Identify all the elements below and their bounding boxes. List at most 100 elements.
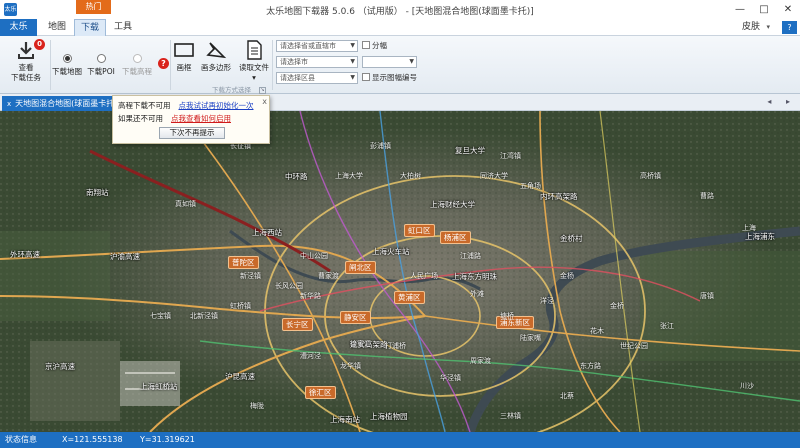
place-label: 三林镇 (500, 412, 521, 420)
show-grid-numbers-label: 显示图幅编号 (372, 73, 417, 82)
tab-scroll-arrows[interactable]: ◂ ▸ (767, 97, 796, 106)
tip-text: 高程下载不可用 (118, 101, 171, 110)
status-label: 状态信息 (5, 435, 37, 444)
tab-map[interactable]: 地图 (42, 19, 72, 36)
show-grid-numbers-checkbox[interactable]: 显示图幅编号 (362, 73, 417, 83)
checkbox-icon (362, 41, 370, 49)
place-label: 复旦大学 (455, 146, 485, 155)
place-label: 上海西站 (252, 228, 282, 237)
place-label: 七宝镇 (150, 312, 171, 320)
place-label: 上海植物园 (370, 412, 408, 421)
tile-size-select[interactable]: ▼ (362, 56, 417, 68)
place-label: 漕河泾 (300, 352, 321, 360)
district-label: 长宁区 (282, 318, 313, 331)
radio-selected-icon (62, 54, 72, 63)
expand-icon[interactable]: ↘ (259, 87, 266, 94)
status-x-coordinate: X=121.555138 (62, 435, 123, 444)
road-label: 沪渝高速 (110, 252, 140, 261)
place-label: 上海虹桥站 (140, 382, 178, 391)
tab-download[interactable]: 下载 (74, 19, 106, 36)
place-label: 梅陇 (250, 402, 264, 410)
close-button[interactable]: ✕ (776, 0, 800, 19)
place-label: 张江 (660, 322, 674, 330)
read-file-button[interactable]: 读取文件 ▾ (238, 40, 270, 83)
polygon-label: 画多边形 (201, 63, 231, 72)
place-label: 彭浦镇 (370, 142, 391, 150)
tab-tools[interactable]: 工具 (109, 19, 137, 36)
how-to-enable-link[interactable]: 点我查看如何启用 (171, 114, 231, 123)
chevron-down-icon: ▼ (350, 58, 355, 65)
district-label: 徐汇区 (305, 386, 336, 399)
ribbon-divider (170, 40, 171, 90)
chevron-down-icon: ▼ (350, 42, 355, 49)
place-label: 唐镇 (700, 292, 714, 300)
tab-taile[interactable]: 太乐 (0, 19, 37, 36)
place-label: 江湾镇 (500, 152, 521, 160)
province-select-value: 请选择省或直辖市 (280, 42, 336, 50)
place-label: 长风公园 (275, 282, 303, 290)
place-label: 新华路 (300, 292, 321, 300)
province-select[interactable]: 请选择省或直辖市 ▼ (276, 40, 358, 52)
minimize-button[interactable]: — (728, 0, 752, 19)
tip-text: 如果还不可用 (118, 114, 163, 123)
task-count-badge: 0 (34, 39, 45, 50)
radio-download-map[interactable]: 下载地图 (52, 54, 82, 77)
place-label: 上海火车站 (372, 247, 410, 256)
place-label: 金桥村 (560, 234, 583, 243)
place-label: 上海 (742, 224, 756, 232)
download-map-label: 下载地图 (52, 67, 82, 76)
district-label: 闸北区 (345, 261, 376, 274)
district-label: 杨浦区 (440, 231, 471, 244)
rectangle-icon (174, 43, 194, 57)
district-label: 普陀区 (228, 256, 259, 269)
skin-menu[interactable]: 皮肤 (742, 19, 760, 36)
place-label: 上海南站 (330, 415, 360, 424)
road-label: 内环高架路 (540, 192, 578, 201)
place-label: 外滩 (470, 290, 484, 298)
radio-download-poi[interactable]: 下载POI (86, 54, 116, 77)
chevron-down-icon: ▼ (409, 58, 414, 65)
status-y-coordinate: Y=31.319621 (140, 435, 195, 444)
place-label: 陆家嘴 (520, 334, 541, 342)
file-icon (247, 40, 262, 60)
chevron-down-icon[interactable]: ▾ (766, 19, 770, 36)
radio-disabled-icon (132, 54, 142, 63)
reinitialize-link[interactable]: 点我试试再初始化一次 (179, 101, 254, 110)
place-label: 上海大学 (335, 172, 363, 180)
download-elevation-label: 下载高程 (122, 67, 152, 76)
radio-download-elevation[interactable]: 下载高程 (120, 54, 154, 77)
place-label: 徐家汇 (350, 340, 371, 348)
tile-checkbox[interactable]: 分幅 (362, 41, 387, 51)
place-label: 真如镇 (175, 200, 196, 208)
place-label: 大柏树 (400, 172, 421, 180)
tip-row: 如果还不可用 点我查看如何启用 (118, 113, 231, 124)
road-label: 沪昆高速 (225, 372, 255, 381)
polygon-icon (206, 42, 227, 59)
place-label: 南翔站 (86, 188, 109, 197)
map-view[interactable]: 虹口区 杨浦区 普陀区 闸北区 黄浦区 长宁区 静安区 浦东新区 徐汇区 中环路… (0, 111, 800, 432)
help-button[interactable]: ? (782, 21, 797, 34)
district-select[interactable]: 请选择区县 ▼ (276, 72, 358, 84)
place-label: 上海财经大学 (430, 200, 475, 209)
maximize-button[interactable]: □ (752, 0, 776, 19)
place-label: 川沙 (740, 382, 754, 390)
satellite-map-image (0, 111, 800, 432)
place-label: 金桥 (610, 302, 624, 310)
road-label: 中环路 (285, 172, 308, 181)
view-tasks-label-1: 查看 (18, 63, 34, 72)
place-label: 周家渡 (470, 357, 491, 365)
close-icon[interactable]: x (262, 97, 267, 106)
place-label: 华泾镇 (440, 374, 461, 382)
draw-rectangle-button[interactable]: 画框 (172, 40, 196, 73)
close-icon[interactable]: x (7, 97, 11, 111)
dont-show-again-button[interactable]: 下次不再提示 (159, 127, 225, 139)
district-label: 虹口区 (404, 224, 435, 237)
tip-row: 高程下载不可用 点我试试再初始化一次 (118, 100, 254, 111)
help-icon[interactable]: ? (158, 58, 169, 69)
document-tab-title: 天地图混合地图(球面墨卡托) (15, 99, 118, 108)
place-label: 洋泾 (540, 297, 554, 305)
district-label: 静安区 (340, 311, 371, 324)
draw-polygon-button[interactable]: 画多边形 (198, 40, 234, 73)
city-select[interactable]: 请选择市 ▼ (276, 56, 358, 68)
place-label: 世纪公园 (620, 342, 648, 350)
